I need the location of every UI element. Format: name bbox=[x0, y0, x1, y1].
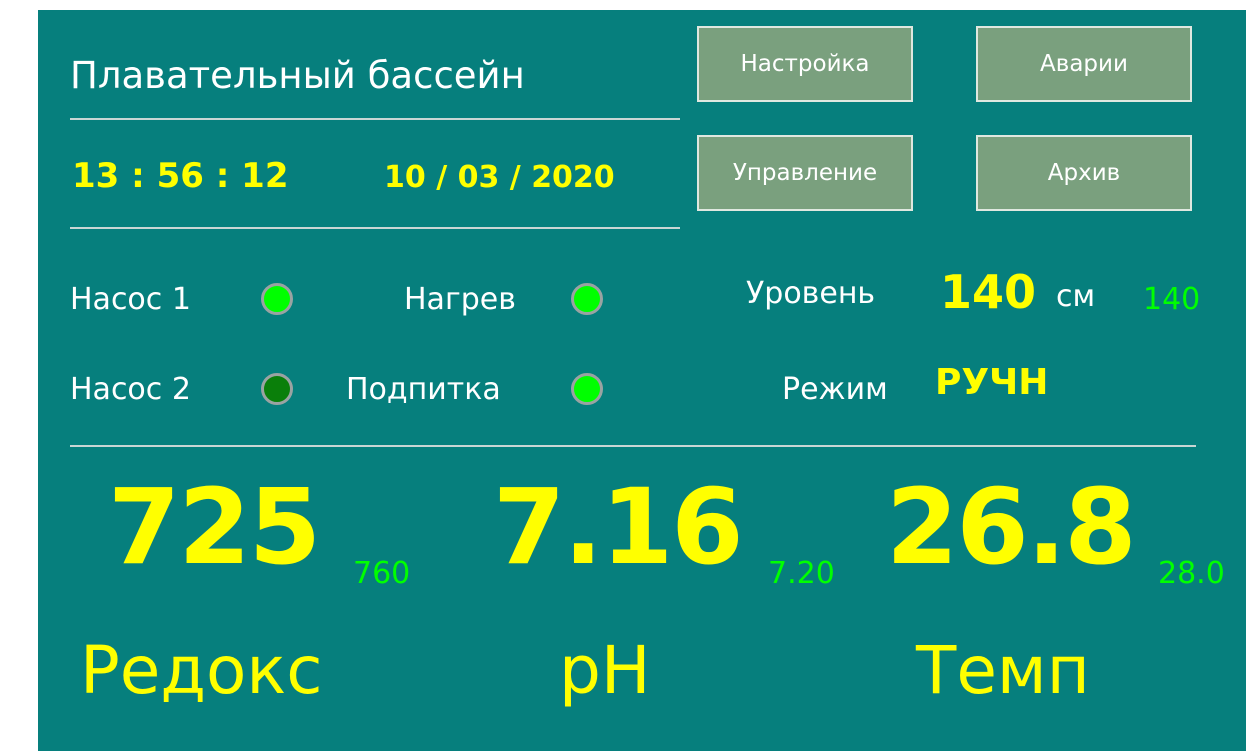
settings-button[interactable]: Настройка bbox=[697, 26, 913, 102]
pump2-indicator-icon bbox=[261, 373, 293, 405]
temp-value: 26.8 bbox=[886, 466, 1137, 588]
redox-setpoint: 760 bbox=[353, 556, 411, 591]
mode-label: Режим bbox=[782, 372, 888, 407]
redox-caption: Редокс bbox=[80, 632, 323, 709]
control-button[interactable]: Управление bbox=[697, 135, 913, 211]
clock-time: 13 : 56 : 12 bbox=[72, 156, 289, 196]
divider bbox=[70, 118, 680, 120]
divider bbox=[70, 445, 1196, 447]
redox-value: 725 bbox=[108, 466, 321, 588]
ph-caption: pH bbox=[559, 632, 651, 709]
pump1-indicator-icon bbox=[261, 283, 293, 315]
heating-label: Нагрев bbox=[404, 282, 516, 317]
level-setpoint: 140 bbox=[1143, 282, 1201, 317]
divider bbox=[70, 227, 680, 229]
pump1-label: Насос 1 bbox=[70, 282, 191, 317]
level-unit: см bbox=[1056, 279, 1096, 314]
ph-value: 7.16 bbox=[493, 466, 744, 588]
temp-setpoint: 28.0 bbox=[1158, 556, 1225, 591]
pump2-label: Насос 2 bbox=[70, 372, 191, 407]
refill-indicator-icon bbox=[571, 373, 603, 405]
level-label: Уровень bbox=[746, 276, 876, 311]
heating-indicator-icon bbox=[571, 283, 603, 315]
alarms-button[interactable]: Аварии bbox=[976, 26, 1192, 102]
temp-caption: Темп bbox=[916, 632, 1090, 709]
pool-control-panel: Плавательный бассейн 13 : 56 : 12 10 / 0… bbox=[38, 10, 1246, 751]
mode-value: РУЧН bbox=[935, 362, 1049, 403]
archive-button[interactable]: Архив bbox=[976, 135, 1192, 211]
clock-date: 10 / 03 / 2020 bbox=[384, 160, 615, 195]
refill-label: Подпитка bbox=[346, 372, 501, 407]
ph-setpoint: 7.20 bbox=[768, 556, 835, 591]
level-value: 140 bbox=[940, 265, 1037, 319]
page-title: Плавательный бассейн bbox=[70, 54, 525, 97]
